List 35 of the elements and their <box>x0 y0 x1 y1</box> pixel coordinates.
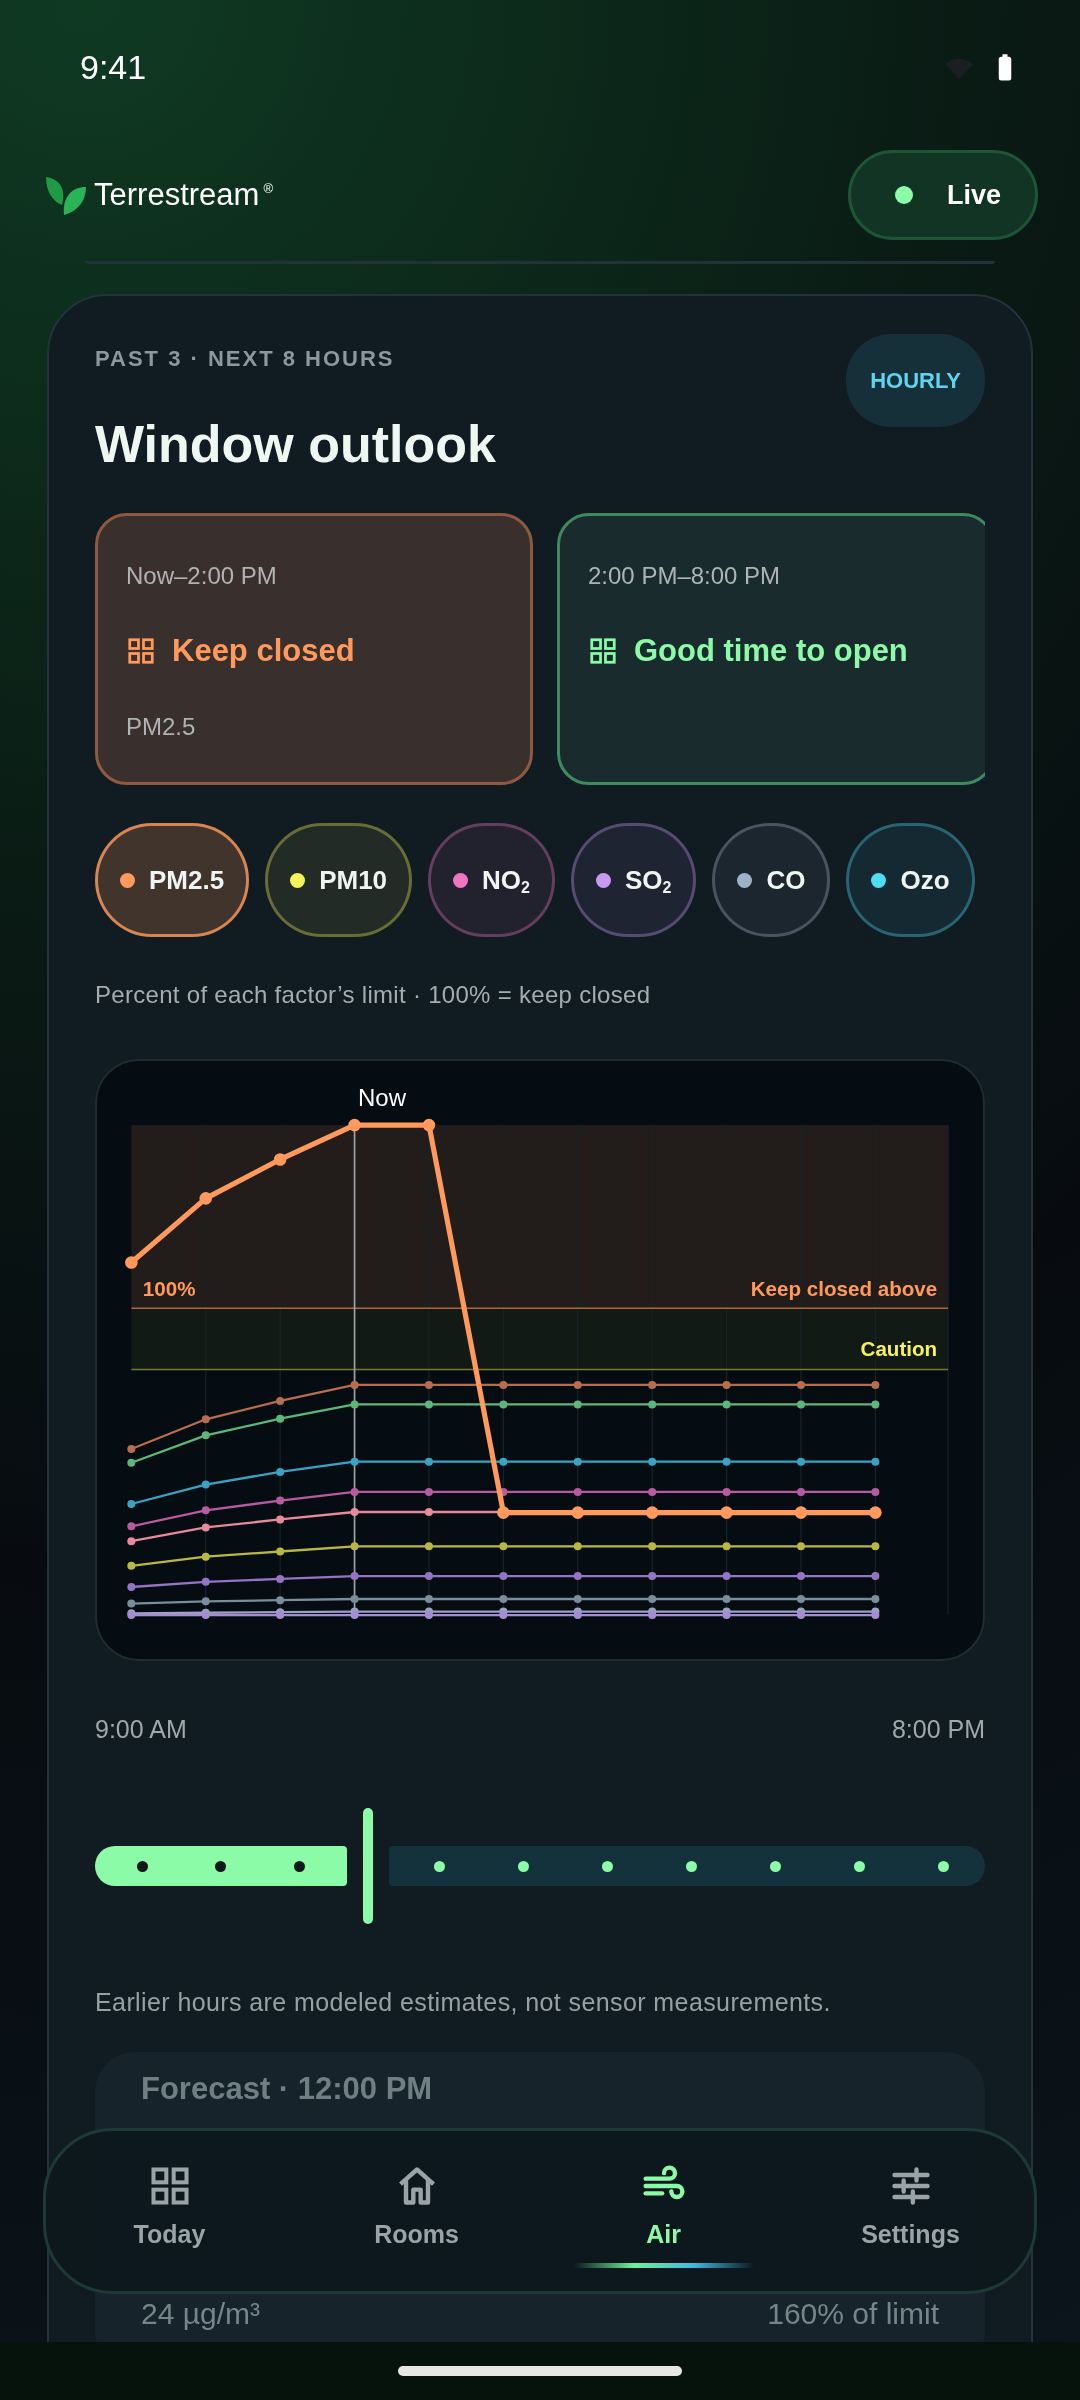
window-status: Keep closed <box>172 632 355 670</box>
forecast-title: Forecast · 12:00 PM <box>141 2069 434 2108</box>
registered-mark: ® <box>263 180 273 198</box>
brand-name: Terrestream <box>94 175 260 214</box>
forecast-value: 24 µg/m³ <box>141 2297 260 2332</box>
factor-chip[interactable]: Ozo <box>846 823 975 937</box>
now-label: Now <box>358 1083 407 1111</box>
nav-tab[interactable]: Settings <box>820 2154 1001 2268</box>
time-range: Now–2:00 PM <box>126 561 278 591</box>
nav-tab[interactable]: Air <box>573 2154 754 2268</box>
limit-label: 100% <box>142 1276 196 1300</box>
hourly-badge: HOURLY <box>846 334 985 427</box>
status-time: 9:41 <box>80 47 147 88</box>
forecast-share: 160% of limit <box>767 2297 939 2332</box>
factor-chip[interactable]: SO$_{2}$ <box>571 823 697 937</box>
factor-label: PM2.5 <box>126 711 197 742</box>
start-time: 9:00 AM <box>95 1713 187 1745</box>
grid-icon <box>126 636 156 667</box>
threshold-label: Keep closed above <box>750 1276 938 1300</box>
section-title: Window outlook <box>95 414 497 475</box>
chart-caption: Percent of each factor’s limit · 100% = keep closed <box>95 980 652 1010</box>
end-time: 8:00 PM <box>891 1713 985 1745</box>
eyebrow-label: PAST 3 · NEXT 8 HOURS <box>95 345 395 373</box>
live-indicator: Live <box>847 150 1038 240</box>
window-status: Good time to open <box>634 632 908 670</box>
grid-icon <box>588 636 618 667</box>
factor-chip[interactable]: NO$_{2}$ <box>428 823 555 937</box>
factor-chip[interactable]: PM2.5 <box>95 823 250 937</box>
caution-label: Caution <box>860 1337 938 1361</box>
factor-chip[interactable]: PM10 <box>265 823 413 937</box>
factor-chip[interactable]: CO <box>712 823 831 937</box>
nav-tab[interactable]: Rooms <box>326 2154 507 2268</box>
nav-tab[interactable]: Today <box>79 2154 260 2268</box>
footnote: Earlier hours are modeled estimates, not sensor measurements. <box>95 1987 832 2019</box>
time-range: 2:00 PM–8:00 PM <box>588 561 782 591</box>
